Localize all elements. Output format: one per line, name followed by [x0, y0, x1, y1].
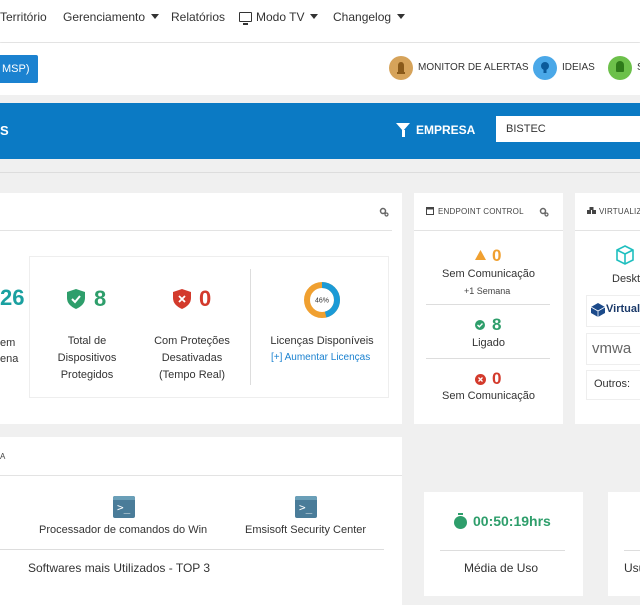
stopwatch-icon — [454, 513, 467, 529]
top-navigation: Território Gerenciamento Relatórios Modo… — [0, 0, 640, 42]
stats-divider — [250, 269, 251, 385]
nav-item-relatorios[interactable]: Relatórios — [171, 10, 225, 24]
divider — [0, 172, 640, 173]
connected-label: Ligado — [472, 337, 506, 349]
empresa-label: EMPRESA — [416, 123, 476, 137]
nav-item-changelog[interactable]: Changelog — [333, 10, 406, 24]
disabled-protection-count: 0 — [199, 286, 212, 311]
warning-icon — [475, 250, 486, 260]
monitor-alert-icon[interactable] — [389, 56, 413, 80]
total-protected-count: 8 — [94, 286, 107, 311]
software-item-label: Processador de comandos do Win — [39, 524, 208, 536]
virtualbox-label: Virtual — [606, 303, 640, 315]
card-header-divider — [0, 230, 392, 231]
idea-bulb-icon[interactable] — [533, 56, 557, 80]
no-comm-week-label: Sem Comunicação — [442, 268, 535, 280]
check-circle-icon — [475, 320, 485, 330]
gear-icon[interactable] — [379, 207, 389, 217]
endpoint-card-title: ENDPOINT CONTROL — [438, 207, 524, 216]
license-percent: 46% — [315, 298, 329, 305]
shield-check-icon — [67, 289, 85, 309]
ideas-label[interactable]: IDEIAS — [562, 62, 595, 73]
usage-label: Média de Uso — [464, 561, 539, 575]
no-comm-week-count: 0 — [492, 246, 502, 265]
protection-card: 26 em ena 8 Total de Dispositivos Proteg… — [0, 193, 402, 424]
card-header-divider — [414, 230, 563, 231]
software-footer-title: Softwares mais Utilizados - TOP 3 — [28, 561, 211, 575]
terminal-icon: >_ — [295, 496, 317, 518]
empresa-select[interactable] — [496, 116, 640, 142]
x-circle-icon — [475, 374, 486, 385]
page-title: S — [0, 123, 9, 138]
disabled-protection-label: Com Proteções Desativadas (Tempo Real) — [154, 335, 230, 381]
virtualbox-icon — [591, 303, 605, 317]
card-header-divider — [575, 230, 640, 231]
virtualization-card: VIRTUALIZ Deskt Virtual vmwa Outros: — [575, 193, 640, 424]
no-comm-label: Sem Comunicação — [442, 390, 535, 402]
endpoint-control-card: ENDPOINT CONTROL 0 Sem Comunicação +1 Se… — [414, 193, 563, 424]
vmware-label: vmwa — [592, 340, 632, 357]
desktop-cube-icon — [616, 245, 634, 265]
partial-label-1: em — [0, 337, 16, 349]
nav-item-gerenciamento[interactable]: Gerenciamento — [63, 10, 160, 24]
total-protected-label: Total de Dispositivos Protegidos — [57, 335, 117, 381]
usage-time: 00:50:19hrs — [473, 513, 551, 529]
others-label: Outros: — [594, 378, 631, 390]
divider — [440, 550, 565, 551]
card-header-divider — [0, 475, 402, 476]
partial-count: 26 — [0, 285, 25, 310]
users-card: Usu — [608, 492, 640, 596]
cubes-icon — [587, 207, 596, 214]
android-icon[interactable] — [608, 56, 632, 80]
software-item-label: Emsisoft Security Center — [245, 524, 367, 536]
top-software-card: A >_ Processador de comandos do Win >_ E… — [0, 437, 402, 605]
desktop-label: Deskt — [612, 273, 640, 285]
partial-label-2: ena — [0, 353, 19, 365]
license-donut-chart: 46% — [304, 282, 340, 318]
increase-licenses-link[interactable]: [+] Aumentar Licenças — [271, 352, 370, 363]
no-comm-count: 0 — [492, 369, 502, 388]
nav-item-modo-tv[interactable]: Modo TV — [239, 10, 319, 25]
licenses-label: Licenças Disponíveis — [270, 335, 374, 347]
no-comm-week-sub: +1 Semana — [464, 286, 511, 296]
chevron-down-icon — [310, 14, 319, 20]
divider — [426, 358, 550, 359]
average-usage-card: 00:50:19hrs Média de Uso — [424, 492, 583, 596]
tv-icon — [239, 11, 252, 25]
divider — [624, 550, 640, 551]
window-icon — [426, 207, 434, 215]
filter-icon — [396, 123, 410, 137]
divider — [0, 549, 384, 550]
sub-bar: MSP) MONITOR DE ALERTAS IDEIAS S — [0, 43, 640, 95]
msp-button[interactable]: MSP) — [0, 55, 38, 83]
chevron-down-icon — [397, 14, 406, 20]
software-card-title: A — [0, 452, 6, 461]
chevron-down-icon — [151, 14, 160, 20]
shield-x-icon — [173, 289, 191, 309]
connected-count: 8 — [492, 315, 502, 334]
nav-item-territorio[interactable]: Território — [0, 10, 47, 24]
monitor-alert-label[interactable]: MONITOR DE ALERTAS — [418, 62, 529, 73]
divider — [426, 304, 550, 305]
gear-icon[interactable] — [539, 207, 549, 217]
users-label: Usu — [624, 561, 640, 575]
virtualization-card-title: VIRTUALIZ — [599, 207, 640, 216]
terminal-icon: >_ — [113, 496, 135, 518]
